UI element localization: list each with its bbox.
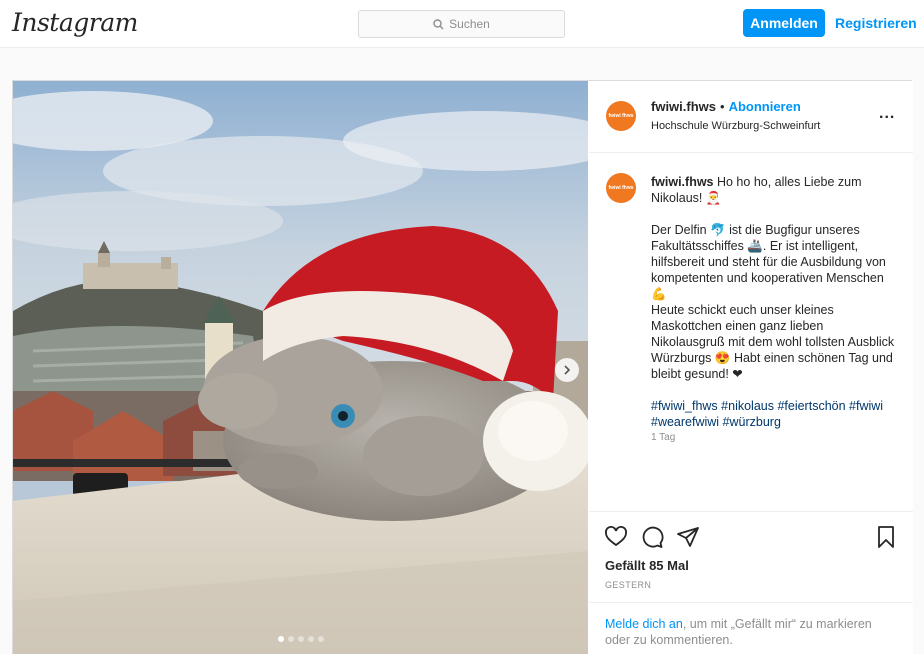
login-prompt: Melde dich an, um mit „Gefällt mir“ zu m… bbox=[589, 602, 913, 648]
login-button[interactable]: Anmelden bbox=[743, 9, 825, 37]
caption-timestamp: 1 Tag bbox=[651, 432, 676, 443]
carousel-indicator bbox=[278, 636, 324, 642]
instagram-logo[interactable]: Instagram bbox=[12, 8, 138, 37]
like-count[interactable]: Gefällt 85 Mal bbox=[605, 558, 689, 573]
comment-icon[interactable] bbox=[639, 524, 665, 550]
post-caption: fwiwi fhws fwiwi.fhws Ho ho ho, alles Li… bbox=[589, 153, 913, 511]
carousel-dot bbox=[308, 636, 314, 642]
post-header: fwiwi fhws fwiwi.fhws • Abonnieren Hochs… bbox=[589, 81, 913, 153]
like-icon[interactable] bbox=[603, 524, 629, 550]
caption-hashtags[interactable]: #fwiwi_fhws #nikolaus #feiertschön #fwiw… bbox=[651, 398, 896, 430]
avatar[interactable]: fwiwi fhws bbox=[606, 101, 636, 131]
post-date: GESTERN bbox=[605, 580, 652, 590]
login-link[interactable]: Melde dich an bbox=[605, 617, 683, 631]
top-navigation-bar: Instagram Suchen Anmelden Registrieren bbox=[0, 0, 924, 48]
search-icon bbox=[433, 18, 444, 30]
post-image[interactable] bbox=[13, 81, 588, 654]
search-box[interactable]: Suchen bbox=[358, 10, 565, 38]
search-placeholder: Suchen bbox=[449, 17, 490, 31]
carousel-dot bbox=[278, 636, 284, 642]
post-username[interactable]: fwiwi.fhws bbox=[651, 99, 716, 114]
post-location[interactable]: Hochschule Würzburg-Schweinfurt bbox=[651, 120, 820, 132]
follow-button[interactable]: Abonnieren bbox=[729, 99, 801, 114]
caption-line-2: Der Delfin 🐬 ist die Bugfigur unseres Fa… bbox=[651, 223, 886, 301]
chevron-right-icon bbox=[564, 365, 571, 375]
caption-username[interactable]: fwiwi.fhws bbox=[651, 175, 714, 189]
more-options-icon[interactable]: ... bbox=[879, 105, 895, 123]
carousel-dot bbox=[318, 636, 324, 642]
avatar[interactable]: fwiwi fhws bbox=[606, 173, 636, 203]
post-actions: Gefällt 85 Mal GESTERN Melde dich an, um… bbox=[589, 511, 913, 654]
post-sidebar: fwiwi fhws fwiwi.fhws • Abonnieren Hochs… bbox=[589, 81, 913, 654]
caption-line-3: Heute schickt euch unser kleines Maskott… bbox=[651, 303, 895, 381]
register-link[interactable]: Registrieren bbox=[835, 9, 917, 37]
post-card: fwiwi fhws fwiwi.fhws • Abonnieren Hochs… bbox=[12, 80, 913, 654]
share-icon[interactable] bbox=[675, 524, 701, 550]
next-image-button[interactable] bbox=[555, 358, 579, 382]
carousel-dot bbox=[288, 636, 294, 642]
separator-dot: • bbox=[720, 99, 725, 114]
carousel-dot bbox=[298, 636, 304, 642]
bookmark-icon[interactable] bbox=[873, 524, 899, 550]
